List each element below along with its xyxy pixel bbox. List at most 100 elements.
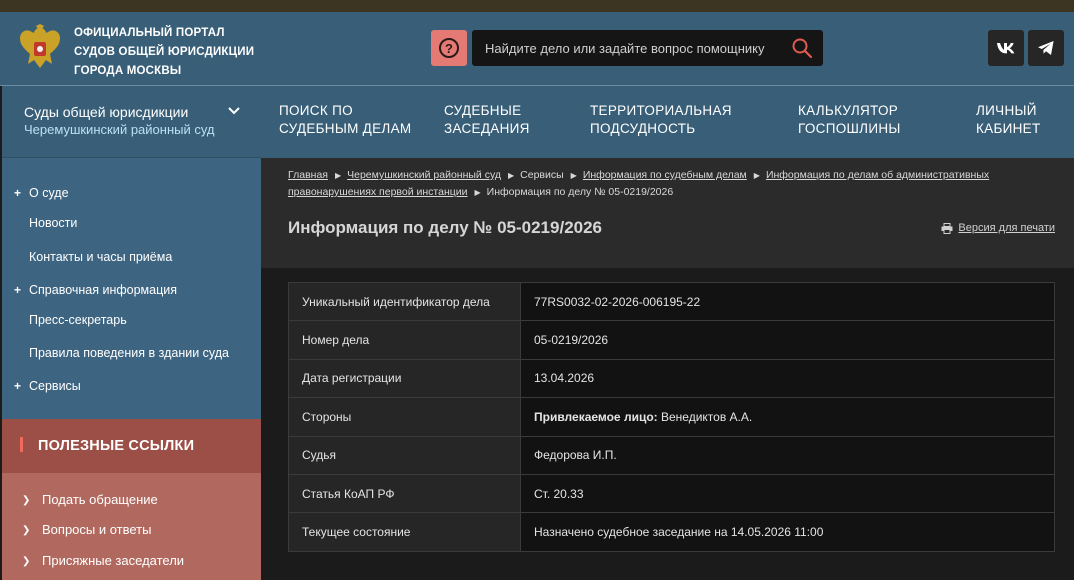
row-value: Федорова И.П.	[520, 435, 1055, 475]
breadcrumb-current: Информация по делу № 05-0219/2026	[486, 186, 674, 198]
useful-links-title: ПОЛЕЗНЫЕ ССЫЛКИ	[38, 438, 195, 454]
top-stripe	[0, 0, 1074, 12]
useful-links: ПОЛЕЗНЫЕ ССЫЛКИ ❯ Подать обращение ❯ Воп…	[2, 419, 261, 580]
useful-links-header: ПОЛЕЗНЫЕ ССЫЛКИ	[2, 419, 261, 473]
row-label: Номер дела	[288, 320, 521, 360]
print-version-link[interactable]: Версия для печати	[941, 222, 1055, 234]
breadcrumb-services: Сервисы	[520, 169, 564, 181]
useful-link-appeal[interactable]: Подать обращение	[42, 492, 158, 507]
sidebar-item-press[interactable]: Пресс-секретарь	[29, 313, 127, 327]
nav-label: ЗАСЕДАНИЯ	[444, 121, 530, 136]
breadcrumb-admin-cases-cont[interactable]: правонарушениях первой инстанции	[288, 186, 468, 198]
row-label: Дата регистрации	[288, 358, 521, 399]
sidebar-item-reference[interactable]: Справочная информация	[29, 283, 177, 297]
nav-label: ТЕРРИТОРИАЛЬНАЯ	[590, 103, 732, 118]
telegram-icon	[1038, 41, 1054, 55]
table-row: Уникальный идентификатор дела 77RS0032-0…	[288, 281, 1055, 322]
nav-label: КАБИНЕТ	[976, 121, 1041, 136]
sidebar-item-services[interactable]: Сервисы	[29, 379, 81, 393]
question-icon: ?	[439, 38, 459, 58]
site-title-line: СУДОВ ОБЩЕЙ ЮРИСДИКЦИИ	[74, 46, 255, 58]
chevron-right-icon: ▶	[474, 188, 481, 197]
sidebar-item-news[interactable]: Новости	[29, 216, 77, 230]
case-info-table: Уникальный идентификатор дела 77RS0032-0…	[288, 281, 1055, 552]
table-row: Дата регистрации 13.04.2026	[288, 358, 1055, 399]
coat-of-arms-icon[interactable]	[16, 24, 64, 76]
site-title[interactable]: ОФИЦИАЛЬНЫЙ ПОРТАЛ СУДОВ ОБЩЕЙ ЮРИСДИКЦИ…	[74, 24, 254, 81]
chevron-down-icon	[228, 107, 240, 115]
row-label: Стороны	[288, 397, 521, 437]
accent-bar	[20, 437, 23, 452]
table-row: Номер дела 05-0219/2026	[288, 320, 1055, 360]
telegram-button[interactable]	[1028, 30, 1064, 66]
site-title-line: ОФИЦИАЛЬНЫЙ ПОРТАЛ	[74, 27, 225, 39]
vk-button[interactable]	[988, 30, 1024, 66]
main-content: Главная ▶ Черемушкинский районный суд ▶ Серв…	[261, 158, 1074, 580]
table-row: Статья КоАП РФ Ст. 20.33	[288, 473, 1055, 514]
breadcrumb-court[interactable]: Черемушкинский районный суд	[347, 169, 501, 181]
nav-label: СУДЕБНЫЕ	[444, 103, 522, 118]
search-box	[472, 30, 823, 66]
site-title-line: ГОРОДА МОСКВЫ	[74, 65, 182, 77]
page-title: Информация по делу № 05-0219/2026	[288, 218, 603, 237]
row-value: 05-0219/2026	[520, 320, 1055, 360]
title-band: Главная ▶ Черемушкинский районный суд ▶ Серв…	[261, 158, 1074, 268]
nav-label: ЛИЧНЫЙ	[976, 103, 1037, 118]
nav-label: ПОИСК ПО	[279, 103, 353, 118]
sidebar-item-rules[interactable]: Правила поведения в здании суда	[29, 346, 229, 360]
table-row: Судья Федорова И.П.	[288, 435, 1055, 475]
search-input[interactable]	[472, 30, 782, 66]
party-role: Привлекаемое лицо:	[534, 409, 658, 424]
nav-jurisdiction[interactable]: ТЕРРИТОРИАЛЬНАЯ ПОДСУДНОСТЬ	[590, 102, 732, 138]
row-label: Судья	[288, 435, 521, 475]
court-selector-heading: Суды общей юрисдикции	[24, 104, 189, 120]
table-row: Текущее состояние Назначено судебное зас…	[288, 512, 1055, 552]
nav-label: СУДЕБНЫМ ДЕЛАМ	[279, 121, 412, 136]
vk-icon	[997, 43, 1015, 54]
chevron-right-icon: ▶	[753, 171, 760, 180]
useful-link-faq[interactable]: Вопросы и ответы	[42, 522, 151, 537]
plus-icon: +	[14, 379, 22, 393]
row-value: 13.04.2026	[520, 358, 1055, 399]
sidebar-menu: + О суде Новости Контакты и часы приёма …	[2, 158, 261, 419]
nav-personal-account[interactable]: ЛИЧНЫЙ КАБИНЕТ	[976, 102, 1041, 138]
table-row: Стороны Привлекаемое лицо: Венедиктов А.…	[288, 397, 1055, 437]
breadcrumb-case-info[interactable]: Информация по судебным делам	[583, 169, 747, 181]
chevron-right-icon: ❯	[22, 495, 31, 506]
row-label: Статья КоАП РФ	[288, 473, 521, 514]
row-label: Уникальный идентификатор дела	[288, 281, 521, 322]
row-value: Ст. 20.33	[520, 473, 1055, 514]
court-selector[interactable]: Суды общей юрисдикции Черемушкинский рай…	[2, 86, 261, 158]
printer-icon	[941, 222, 953, 234]
nav-case-search[interactable]: ПОИСК ПО СУДЕБНЫМ ДЕЛАМ	[279, 102, 411, 138]
chevron-right-icon: ❯	[22, 556, 31, 567]
chevron-right-icon: ▶	[334, 171, 342, 180]
nav-fee-calculator[interactable]: КАЛЬКУЛЯТОР ГОСПОШЛИНЫ	[798, 102, 901, 138]
chevron-right-icon: ▶	[570, 171, 577, 180]
useful-link-jurors[interactable]: Присяжные заседатели	[42, 553, 184, 568]
help-assistant-button[interactable]: ?	[431, 30, 467, 66]
nav-court-sessions[interactable]: СУДЕБНЫЕ ЗАСЕДАНИЯ	[444, 102, 530, 138]
chevron-right-icon: ▶	[508, 171, 515, 180]
breadcrumb-admin-cases[interactable]: Информация по делам об административных	[766, 169, 989, 181]
row-value: Назначено судебное заседание на 14.05.20…	[520, 512, 1055, 552]
plus-icon: +	[14, 283, 22, 297]
court-selector-current: Черемушкинский районный суд	[24, 122, 215, 137]
plus-icon: +	[14, 186, 22, 200]
sidebar-item-about[interactable]: О суде	[29, 186, 69, 200]
search-icon[interactable]	[791, 37, 813, 59]
party-name: Венедиктов А.А.	[661, 409, 753, 424]
row-label: Текущее состояние	[288, 512, 521, 552]
row-value-parties: Привлекаемое лицо: Венедиктов А.А.	[520, 397, 1055, 437]
breadcrumb: Главная ▶ Черемушкинский районный суд ▶ Серв…	[288, 167, 1048, 201]
nav-label: КАЛЬКУЛЯТОР	[798, 103, 899, 118]
main-nav: ПОИСК ПО СУДЕБНЫМ ДЕЛАМ СУДЕБНЫЕ ЗАСЕДАН…	[261, 86, 1074, 158]
row-value: 77RS0032-02-2026-006195-22	[520, 281, 1055, 322]
breadcrumb-home[interactable]: Главная	[288, 169, 328, 181]
sidebar-item-contacts[interactable]: Контакты и часы приёма	[29, 250, 172, 264]
chevron-right-icon: ❯	[22, 525, 31, 536]
nav-label: ПОДСУДНОСТЬ	[590, 121, 696, 136]
print-version-label: Версия для печати	[958, 222, 1055, 234]
site-header: ОФИЦИАЛЬНЫЙ ПОРТАЛ СУДОВ ОБЩЕЙ ЮРИСДИКЦИ…	[0, 12, 1074, 85]
nav-label: ГОСПОШЛИНЫ	[798, 121, 901, 136]
